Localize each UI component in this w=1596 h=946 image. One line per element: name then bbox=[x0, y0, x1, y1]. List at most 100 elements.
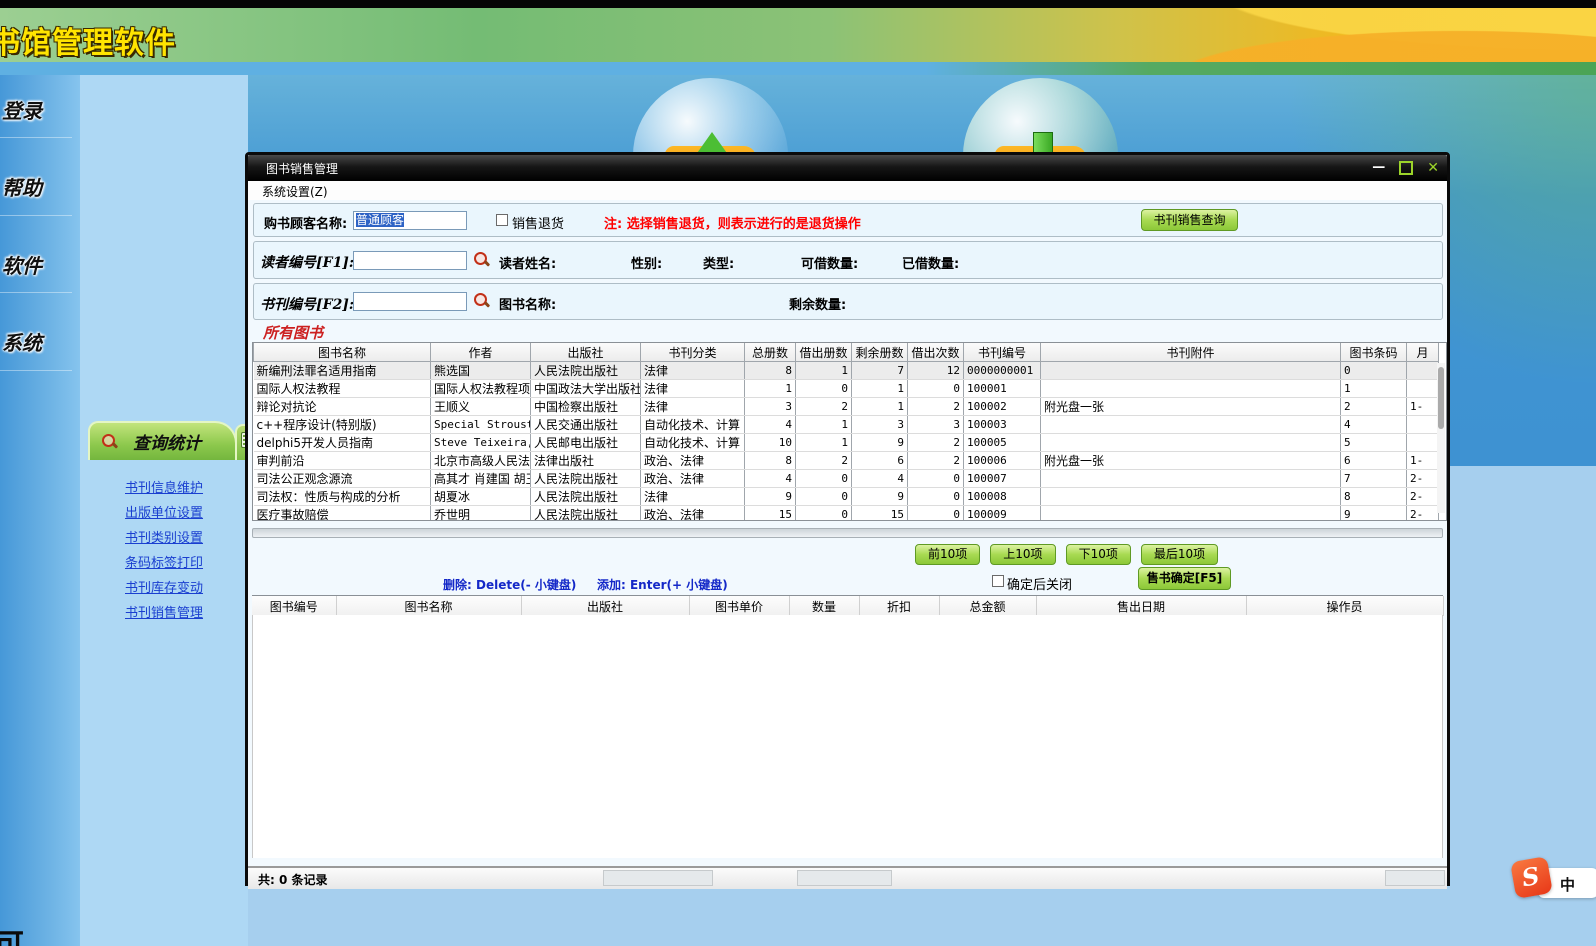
search-icon bbox=[102, 434, 117, 449]
book-panel: 书刊编号[F2]: 图书名称: 剩余数量: bbox=[253, 283, 1443, 320]
gender-label: 性别: bbox=[631, 257, 663, 272]
sale-column-header[interactable]: 图书编号 bbox=[252, 596, 337, 616]
all-books-table: 图书名称 作者 出版社 书刊分类 总册数 借出册数 剩余册数 借出次数 书刊编号 书刊附件 图书条码… bbox=[252, 342, 1447, 521]
desktop: 书馆管理软件 登录帮助软件系统 查询统计 书刊信息维护 出版单位设置 书刊类别设置条… bbox=[0, 0, 1596, 946]
divider bbox=[0, 370, 72, 371]
book-sale-dialog: 图书销售管理 — ✕ 系统设置(Z) 购书顾客名称: 普通顾客 销售退货 注: … bbox=[245, 152, 1450, 889]
pager-button[interactable]: 下10项 bbox=[1065, 544, 1131, 565]
all-books-body: 新编刑法罪名适用指南 熊选国 人民法院出版社 法律 8 1 7 12 0000000001 0… bbox=[253, 361, 1439, 520]
book-id-input[interactable] bbox=[353, 292, 467, 311]
sale-table-header: 图书编号 图书名称 出版社 图书单价 数量 折扣 总金额 售出日期 操作员 bbox=[252, 595, 1444, 617]
left-menu-strip bbox=[0, 75, 80, 946]
book-row[interactable]: 医疗事故赔偿 乔世明 人民法院出版社 政治、法律 15 0 15 0 100009 9 2- bbox=[253, 505, 1439, 520]
close-after-confirm-checkbox[interactable] bbox=[992, 575, 1004, 587]
sale-column-header[interactable]: 图书名称 bbox=[336, 596, 522, 616]
desktop-menu-item[interactable]: 软件 bbox=[2, 250, 80, 279]
confirm-sale-button[interactable]: 售书确定[F5] bbox=[1138, 567, 1231, 590]
column-header[interactable]: 书刊编号 bbox=[963, 343, 1041, 362]
selected-text: 普通顾客 bbox=[356, 213, 405, 227]
close-button[interactable]: ✕ bbox=[1427, 155, 1439, 181]
table-vertical-scrollbar[interactable] bbox=[1437, 363, 1445, 513]
add-hint: 添加: Enter(+ 小键盘) bbox=[597, 578, 728, 592]
sale-column-header[interactable]: 操作员 bbox=[1246, 596, 1444, 616]
sale-return-label: 销售退货 bbox=[512, 217, 565, 232]
customer-name-label: 购书顾客名称: bbox=[264, 217, 348, 232]
book-row[interactable]: 司法公正观念源流高其才 肖建国 胡玉鸿人民法院出版社政治、法律 4040 100… bbox=[253, 469, 1439, 488]
book-row[interactable]: 司法权：性质与构成的分析 胡夏冰 人民法院出版社 法律 9090 100008 8 2- bbox=[253, 487, 1439, 506]
top-black-bar bbox=[0, 0, 1596, 8]
horizontal-scrollbar[interactable] bbox=[252, 528, 1443, 538]
column-header[interactable]: 剩余册数 bbox=[851, 343, 908, 362]
pager-buttons: 前10项 上10项 下10项 最后10项 bbox=[915, 544, 1219, 565]
can-borrow-label: 可借数量: bbox=[801, 257, 859, 272]
ime-mode: 中 bbox=[1560, 876, 1576, 894]
app-title: 书馆管理软件 bbox=[0, 26, 176, 61]
divider bbox=[0, 137, 72, 138]
sale-column-header[interactable]: 图书单价 bbox=[689, 596, 790, 616]
column-header[interactable]: 图书名称 bbox=[253, 343, 431, 362]
record-count: 共: 0 条记录 bbox=[258, 873, 328, 887]
desktop-menu-item[interactable]: 帮助 bbox=[2, 172, 80, 201]
delete-hint: 删除: Delete(- 小键盘) bbox=[443, 578, 577, 592]
pager-button[interactable]: 最后10项 bbox=[1140, 544, 1219, 565]
book-row[interactable]: delphi5开发人员指南Steve Teixeira,Xavier人民邮电出版… bbox=[253, 433, 1439, 452]
sale-query-button[interactable]: 书刊销售查询 bbox=[1141, 209, 1238, 231]
sale-column-header[interactable]: 总金额 bbox=[939, 596, 1037, 616]
sale-column-header[interactable]: 出版社 bbox=[521, 596, 690, 616]
reader-panel: 读者编号[F1]: 读者姓名: 性别: 类型: 可借数量: 已借数量: bbox=[253, 241, 1443, 279]
borrowed-label: 已借数量: bbox=[902, 257, 960, 272]
divider bbox=[0, 292, 72, 293]
sale-column-header[interactable]: 数量 bbox=[789, 596, 860, 616]
tab-query-statistics[interactable]: 查询统计 bbox=[88, 421, 237, 460]
desktop-menu-item[interactable]: 登录 bbox=[2, 95, 80, 124]
column-header[interactable]: 出版社 bbox=[530, 343, 641, 362]
banner-wave-decoration bbox=[976, 8, 1596, 62]
pager-button[interactable]: 上10项 bbox=[990, 544, 1056, 565]
sale-column-header[interactable]: 售出日期 bbox=[1036, 596, 1247, 616]
close-after-confirm-label: 确定后关闭 bbox=[1007, 578, 1073, 593]
dialog-title: 图书销售管理 bbox=[266, 161, 339, 176]
sale-return-checkbox[interactable] bbox=[496, 214, 508, 226]
type-label: 类型: bbox=[703, 257, 735, 272]
status-segment bbox=[797, 870, 892, 886]
remain-label: 剩余数量: bbox=[789, 298, 847, 313]
book-row[interactable]: 辩论对抗论 王顺义 中国检察出版社 法律 3212 100002 附光盘一张 2 1- bbox=[253, 397, 1439, 416]
book-search-icon[interactable] bbox=[474, 293, 489, 308]
sidebar-link[interactable]: 书刊类别设置 bbox=[125, 530, 203, 548]
column-header[interactable]: 图书条码 bbox=[1340, 343, 1407, 362]
sidebar-link[interactable]: 出版单位设置 bbox=[125, 505, 203, 523]
column-header[interactable]: 书刊分类 bbox=[640, 343, 745, 362]
minimize-button[interactable]: — bbox=[1372, 155, 1385, 181]
divider bbox=[0, 215, 72, 216]
pager-button[interactable]: 前10项 bbox=[915, 544, 981, 565]
reader-id-label: 读者编号[F1]: bbox=[260, 255, 355, 271]
sale-column-header[interactable]: 折扣 bbox=[859, 596, 940, 616]
book-row[interactable]: 审判前沿北京市高级人民法院法律出版社政治、法律 8262 100006附光盘一张… bbox=[253, 451, 1439, 470]
sidebar-link[interactable]: 书刊销售管理 bbox=[125, 605, 203, 623]
column-header[interactable]: 总册数 bbox=[744, 343, 796, 362]
sogou-logo-icon[interactable]: S bbox=[1510, 856, 1553, 899]
dialog-body: 购书顾客名称: 普通顾客 销售退货 注: 选择销售退货，则表示进行的是退货操作 … bbox=[248, 200, 1447, 889]
book-row[interactable]: c++程序设计(特别版)Special Stroustrup人民交通出版社自动化… bbox=[253, 415, 1439, 434]
dialog-titlebar[interactable]: 图书销售管理 bbox=[248, 155, 1447, 181]
reader-search-icon[interactable] bbox=[474, 252, 489, 267]
column-header[interactable]: 作者 bbox=[430, 343, 531, 362]
book-row[interactable]: 国际人权法教程国际人权法教程项目组中国政法大学出版社法律 1010 100001… bbox=[253, 379, 1439, 398]
sidebar-link[interactable]: 书刊库存变动 bbox=[125, 580, 203, 598]
all-books-header-row: 图书名称 作者 出版社 书刊分类 总册数 借出册数 剩余册数 借出次数 书刊编号 书刊附件 图书条码… bbox=[253, 343, 1439, 362]
customer-name-input[interactable]: 普通顾客 bbox=[353, 211, 467, 230]
book-row[interactable]: 新编刑法罪名适用指南 熊选国 人民法院出版社 法律 8 1 7 12 0000000001 0 bbox=[253, 361, 1439, 380]
column-header[interactable]: 月 bbox=[1406, 343, 1439, 362]
sidebar-link[interactable]: 条码标签打印 bbox=[125, 555, 203, 573]
book-name-label: 图书名称: bbox=[499, 298, 557, 313]
maximize-button[interactable] bbox=[1399, 161, 1414, 175]
column-header[interactable]: 借出次数 bbox=[907, 343, 964, 362]
customer-panel: 购书顾客名称: 普通顾客 销售退货 注: 选择销售退货，则表示进行的是退货操作 … bbox=[253, 203, 1443, 237]
corner-glyph-fragment: 可 bbox=[0, 928, 24, 946]
app-banner: 书馆管理软件 bbox=[0, 8, 1596, 62]
column-header[interactable]: 书刊附件 bbox=[1040, 343, 1341, 362]
column-header[interactable]: 借出册数 bbox=[795, 343, 852, 362]
reader-id-input[interactable] bbox=[353, 251, 467, 270]
desktop-menu-item[interactable]: 系统 bbox=[2, 327, 80, 356]
sidebar-link[interactable]: 书刊信息维护 bbox=[125, 480, 203, 498]
